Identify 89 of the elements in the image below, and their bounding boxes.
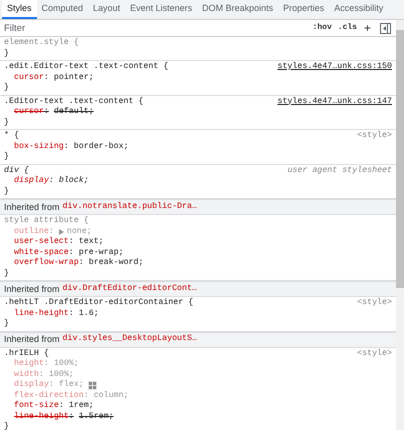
- css-colon: :: [38, 370, 44, 380]
- css-value: flex;: [58, 380, 84, 390]
- css-property: user-select: [14, 237, 69, 248]
- css-colon: :: [64, 142, 69, 152]
- css-colon: :: [68, 412, 74, 422]
- css-property: cursor: [14, 72, 44, 83]
- css-value: text;: [78, 237, 104, 248]
- css-property: outline: [14, 226, 49, 237]
- new-rule-button[interactable]: +: [360, 21, 375, 35]
- rule-source: <style>: [357, 348, 392, 359]
- closing-brace: }: [4, 118, 9, 128]
- rule-source: user agent stylesheet: [287, 166, 392, 176]
- css-value: 1rem;: [68, 401, 94, 412]
- rule-selector: div {: [4, 166, 29, 176]
- css-colon: :: [58, 401, 64, 412]
- rule-selector: .hrIELH {: [4, 348, 49, 359]
- css-colon: :: [84, 390, 89, 401]
- css-value: break-word;: [88, 258, 144, 268]
- rule-source: <style>: [357, 298, 392, 308]
- css-value: default;: [54, 107, 94, 118]
- closing-brace: }: [4, 48, 9, 59]
- inherited-label: Inherited from: [4, 202, 60, 212]
- css-property: height: [14, 359, 44, 370]
- css-value: 100%;: [54, 359, 79, 370]
- css-colon: :: [68, 248, 74, 258]
- css-value: border-box;: [74, 142, 129, 152]
- css-colon: :: [44, 107, 49, 118]
- rule-selector: style attribute {: [4, 216, 89, 226]
- css-property: line-height: [14, 412, 69, 422]
- css-colon: :: [44, 72, 49, 83]
- tab[interactable]: Layout: [88, 0, 126, 19]
- css-property: display: [14, 176, 49, 186]
- css-value: pre-wrap;: [78, 248, 124, 258]
- css-colon: :: [48, 380, 54, 390]
- rule-source-link[interactable]: styles.4e47…unk.css:150: [277, 62, 392, 72]
- inherited-label: Inherited from: [4, 284, 60, 294]
- class-button[interactable]: .cls: [334, 22, 360, 34]
- filter-field[interactable]: Filter: [0, 20, 310, 36]
- flexbox-editor-icon[interactable]: [88, 380, 97, 390]
- css-value: 1.6;: [78, 308, 99, 319]
- css-value: column;: [94, 390, 129, 401]
- expand-triangle-icon[interactable]: [58, 228, 64, 235]
- css-value: 100%;: [48, 370, 74, 380]
- css-value: block;: [58, 176, 89, 186]
- closing-brace: }: [4, 83, 9, 94]
- css-property: overflow-wrap: [14, 258, 79, 268]
- scrollbar-thumb[interactable]: [396, 30, 404, 288]
- css-value: 1.5rem;: [78, 412, 114, 422]
- tab[interactable]: DOM Breakpoints: [197, 0, 278, 19]
- inherited-element-link[interactable]: div.notranslate.public-Dra…: [62, 202, 197, 212]
- css-property: font-size: [14, 401, 59, 412]
- css-colon: :: [68, 308, 74, 319]
- scrollbar[interactable]: [396, 20, 404, 430]
- tab[interactable]: Computed: [36, 0, 88, 19]
- rule-selector: element.style {: [4, 38, 79, 48]
- css-value: none;: [66, 226, 92, 237]
- css-property: display: [14, 380, 49, 390]
- inherited-element-link[interactable]: div.styles__DesktopLayoutS…: [62, 334, 197, 345]
- hover-state-button[interactable]: :hov: [310, 22, 335, 34]
- rule-selector: .hehtLT .DraftEditor-editorContainer {: [4, 298, 194, 308]
- tab[interactable]: Styles: [2, 0, 37, 19]
- tab[interactable]: Accessibility: [329, 0, 388, 19]
- rule-selector: * {: [4, 131, 19, 142]
- rule-selector: .Editor-text .text-content {: [4, 96, 144, 107]
- css-colon: :: [44, 359, 49, 370]
- css-value: pointer;: [54, 72, 94, 83]
- css-colon: :: [68, 237, 74, 248]
- css-property: box-sizing: [14, 142, 64, 152]
- css-property: width: [14, 370, 39, 380]
- closing-brace: }: [4, 152, 9, 162]
- inherited-element-link[interactable]: div.DraftEditor-editorCont…: [62, 284, 197, 294]
- inherited-label: Inherited from: [4, 334, 60, 345]
- sidebar-toggle-icon[interactable]: [380, 22, 391, 34]
- css-property: cursor: [14, 107, 44, 118]
- css-colon: :: [48, 176, 54, 186]
- css-property: white-space: [14, 248, 69, 258]
- closing-brace: }: [4, 268, 9, 279]
- rule-selector: .edit.Editor-text .text-content {: [4, 62, 168, 72]
- closing-brace: }: [4, 319, 9, 330]
- tab[interactable]: Properties: [278, 0, 330, 19]
- rule-source: <style>: [357, 131, 392, 142]
- css-property: line-height: [14, 308, 69, 319]
- css-colon: :: [48, 226, 54, 237]
- closing-brace: }: [4, 186, 9, 197]
- tab[interactable]: Event Listeners: [125, 0, 198, 19]
- closing-brace: }: [4, 422, 9, 430]
- css-colon: :: [78, 258, 84, 268]
- css-property: flex-direction: [14, 390, 84, 401]
- rule-source-link[interactable]: styles.4e47…unk.css:147: [277, 96, 392, 107]
